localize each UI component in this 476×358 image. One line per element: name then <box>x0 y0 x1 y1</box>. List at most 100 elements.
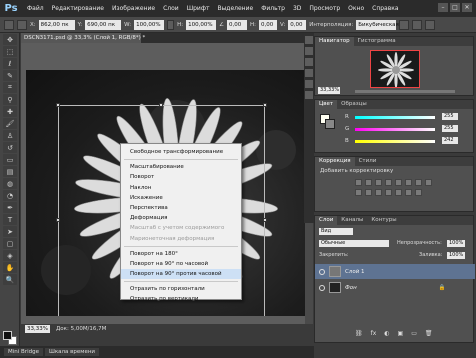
menu-image[interactable]: Изображение <box>108 5 159 12</box>
h-skew-field[interactable]: 0,00 <box>259 19 278 30</box>
commit-transform-icon[interactable] <box>425 19 436 30</box>
transform-handle-top-right[interactable] <box>263 103 267 107</box>
tab-navigator[interactable]: Навигатор <box>315 37 354 46</box>
transform-handle-left[interactable] <box>56 218 60 222</box>
channel-g-slider[interactable] <box>355 128 435 131</box>
cancel-transform-icon[interactable] <box>412 19 423 30</box>
navigator-zoom-slider[interactable] <box>355 90 455 93</box>
doc-info[interactable]: Док: 5,00M/16,7M <box>56 326 106 332</box>
pen-tool-icon[interactable]: ✒ <box>3 202 17 213</box>
levels-icon[interactable] <box>365 179 372 186</box>
tab-styles[interactable]: Стили <box>355 157 381 166</box>
channel-b-slider[interactable] <box>355 140 435 143</box>
zoom-field[interactable]: 33,33% <box>25 325 50 333</box>
tab-paths[interactable]: Контуры <box>367 216 400 225</box>
x-field[interactable]: 862,00 пк <box>38 19 75 30</box>
context-menu-item[interactable]: Свободное трансформирование <box>121 147 241 157</box>
context-menu-item[interactable]: Искажение <box>121 193 241 203</box>
menu-filter[interactable]: Фильтр <box>257 5 289 12</box>
eyedropper-tool-icon[interactable]: ⚲ <box>3 94 17 105</box>
layer-name[interactable]: Слой 1 <box>345 269 365 275</box>
angle-field[interactable]: 0,00 <box>227 19 248 30</box>
context-menu-item[interactable]: Поворот на 180° <box>121 249 241 259</box>
menu-select[interactable]: Выделение <box>213 5 257 12</box>
posterize-icon[interactable] <box>385 189 392 196</box>
reference-point-icon[interactable] <box>17 19 27 30</box>
visibility-eye-icon[interactable] <box>319 268 325 275</box>
context-menu-item[interactable]: Наклон <box>121 183 241 193</box>
tab-adjustments[interactable]: Коррекция <box>315 157 355 166</box>
channel-g-field[interactable]: 255 <box>442 125 458 132</box>
zoom-tool-icon[interactable]: 🔍 <box>3 274 17 285</box>
delete-layer-icon[interactable]: 🗑 <box>425 330 433 337</box>
tab-timeline[interactable]: Шкала времени <box>44 348 99 356</box>
v-skew-field[interactable]: 0,00 <box>288 19 307 30</box>
tab-layers[interactable]: Слои <box>315 216 338 225</box>
menu-help[interactable]: Справка <box>368 5 402 12</box>
menu-edit[interactable]: Редактирование <box>48 5 108 12</box>
channel-r-slider[interactable] <box>355 116 435 119</box>
history-panel-icon[interactable] <box>305 36 313 44</box>
shape-tool-icon[interactable]: ▢ <box>3 238 17 249</box>
height-field[interactable]: 100,00% <box>186 19 217 30</box>
brush-panel-icon[interactable] <box>305 69 313 77</box>
link-layers-icon[interactable]: ⛓ <box>355 330 363 337</box>
tab-mini-bridge[interactable]: Mini Bridge <box>4 348 43 356</box>
channel-b-field[interactable]: 242 <box>442 137 458 144</box>
gradient-tool-icon[interactable]: ▤ <box>3 166 17 177</box>
layer-name[interactable]: Фон <box>345 285 357 291</box>
interpolation-select[interactable]: Бикубическая <box>356 19 399 30</box>
eraser-tool-icon[interactable]: ▭ <box>3 154 17 165</box>
exposure-icon[interactable] <box>385 179 392 186</box>
quick-select-tool-icon[interactable]: ✎ <box>3 70 17 81</box>
gradient-map-icon[interactable] <box>405 189 412 196</box>
paragraph-panel-icon[interactable] <box>305 91 313 99</box>
move-tool-icon[interactable]: ✥ <box>3 34 17 45</box>
hue-saturation-icon[interactable] <box>405 179 412 186</box>
blend-mode-select[interactable]: Обычные <box>319 240 389 247</box>
context-menu-item[interactable]: Поворот на 90° по часовой <box>121 259 241 269</box>
channel-r-field[interactable]: 255 <box>442 113 458 120</box>
minimize-button[interactable]: – <box>438 3 448 12</box>
link-icon[interactable] <box>167 19 175 30</box>
3d-tool-icon[interactable]: ◈ <box>3 250 17 261</box>
context-menu-item[interactable]: Отразить по горизонтали <box>121 284 241 294</box>
color-balance-icon[interactable] <box>415 179 422 186</box>
tab-channels[interactable]: Каналы <box>337 216 367 225</box>
layer-kind-filter[interactable]: Вид <box>319 228 353 235</box>
photo-filter-icon[interactable] <box>355 189 362 196</box>
hand-tool-icon[interactable]: ✋ <box>3 262 17 273</box>
selective-color-icon[interactable] <box>415 189 422 196</box>
new-layer-icon[interactable]: ▭ <box>411 330 417 337</box>
actions-panel-icon[interactable] <box>305 47 313 55</box>
marquee-tool-icon[interactable]: ⬚ <box>3 46 17 57</box>
context-menu-item[interactable]: Поворот на 90° против часовой <box>121 269 241 280</box>
dodge-tool-icon[interactable]: ◔ <box>3 190 17 201</box>
brightness-icon[interactable] <box>355 179 362 186</box>
layer-row-background[interactable]: Фон 🔒 <box>315 280 475 295</box>
fill-field[interactable]: 100% <box>447 252 465 259</box>
layer-row-layer1[interactable]: Слой 1 <box>315 264 475 279</box>
history-brush-tool-icon[interactable]: ↺ <box>3 142 17 153</box>
y-field[interactable]: 690,00 пк <box>85 19 122 30</box>
blur-tool-icon[interactable]: ◍ <box>3 178 17 189</box>
menu-layers[interactable]: Слои <box>159 5 183 12</box>
maximize-button[interactable]: □ <box>450 3 460 12</box>
character-panel-icon[interactable] <box>305 80 313 88</box>
curves-icon[interactable] <box>375 179 382 186</box>
menu-type[interactable]: Шрифт <box>183 5 214 12</box>
transform-handle-top[interactable] <box>159 103 163 107</box>
context-menu-item[interactable]: Деформация <box>121 213 241 223</box>
close-button[interactable]: ✕ <box>462 3 472 12</box>
layer-style-icon[interactable]: fx <box>371 330 377 337</box>
menu-window[interactable]: Окно <box>344 5 368 12</box>
black-white-icon[interactable] <box>425 179 432 186</box>
color-bg-swatch[interactable] <box>325 119 335 129</box>
layer-mask-icon[interactable]: ▣ <box>398 330 404 337</box>
properties-panel-icon[interactable] <box>305 58 313 66</box>
navigator-thumbnail[interactable] <box>370 50 420 88</box>
tab-color[interactable]: Цвет <box>315 100 338 109</box>
tab-histogram[interactable]: Гистограмма <box>354 37 400 46</box>
context-menu-item[interactable]: Перспектива <box>121 203 241 213</box>
crop-tool-icon[interactable]: ⌗ <box>3 82 17 93</box>
